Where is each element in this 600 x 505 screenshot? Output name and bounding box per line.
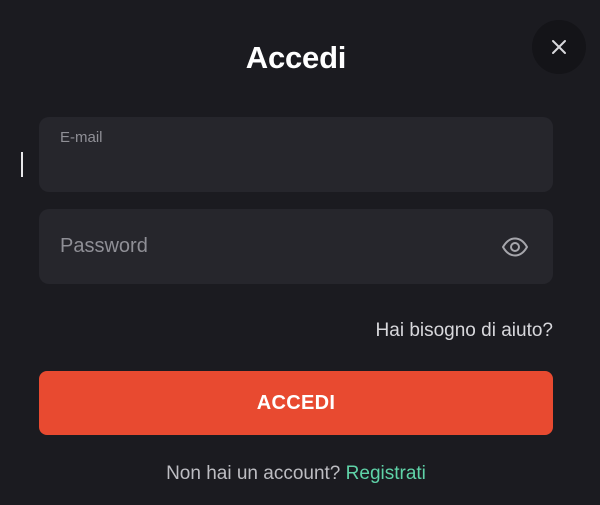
modal-title: Accedi <box>245 40 347 75</box>
password-field[interactable] <box>39 209 553 284</box>
email-label: E-mail <box>60 129 103 146</box>
text-caret <box>21 152 23 177</box>
email-input[interactable] <box>60 153 520 179</box>
login-button[interactable]: ACCEDI <box>39 371 553 435</box>
email-field[interactable]: E-mail <box>39 117 553 192</box>
signup-prompt: Non hai un account? <box>166 463 346 484</box>
eye-icon <box>502 237 528 257</box>
password-input[interactable] <box>60 209 480 284</box>
signup-link[interactable]: Registrati <box>346 463 426 484</box>
signup-row: Non hai un account? Registrati <box>0 463 592 485</box>
help-link[interactable]: Hai bisogno di aiuto? <box>376 320 553 342</box>
show-password-button[interactable] <box>499 231 531 263</box>
login-modal: Accedi E-mail Hai bisogno di aiuto? ACCE… <box>0 0 600 505</box>
